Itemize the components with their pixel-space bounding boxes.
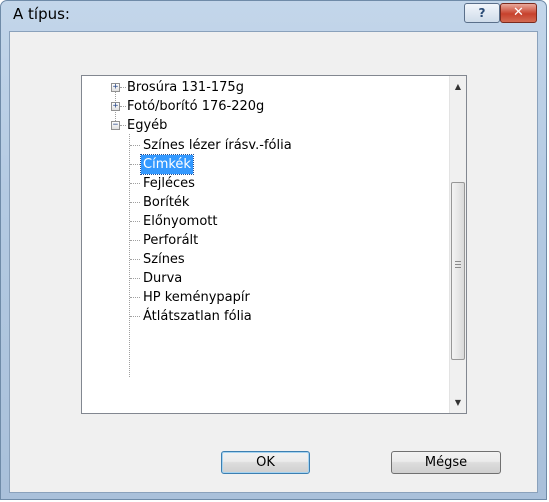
tree-item-label: Fejléces bbox=[143, 176, 195, 191]
tree-item-atlatszatlan-folia[interactable]: Átlátszatlan fólia bbox=[82, 307, 442, 326]
tree-item-label: Előnyomott bbox=[143, 214, 218, 229]
tree-item-durva[interactable]: Durva bbox=[82, 269, 442, 288]
tree-item-cimkek[interactable]: Címkék bbox=[82, 154, 442, 175]
tree-connector bbox=[130, 240, 140, 241]
tree-item-perforalt[interactable]: Perforált bbox=[82, 231, 442, 250]
tree-item-szines-lezer-folia[interactable]: Színes lézer írásv.-fólia bbox=[82, 136, 442, 155]
tree-item-label: Brosúra 131-175g bbox=[127, 80, 244, 95]
close-button[interactable]: ✕ bbox=[500, 3, 537, 23]
expand-icon[interactable]: + bbox=[111, 102, 120, 111]
tree-item-foto-borito[interactable]: + Fotó/borító 176-220g bbox=[82, 97, 442, 116]
tree-connector bbox=[130, 259, 140, 260]
tree-item-label: Átlátszatlan fólia bbox=[143, 309, 252, 324]
paper-type-tree[interactable]: + Brosúra 131-175g + Fotó/borító 176-220… bbox=[81, 75, 467, 414]
collapse-icon[interactable]: − bbox=[111, 121, 120, 130]
dialog-window: A típus: ? ✕ + Brosúra 131-175g + Fotó/b… bbox=[0, 0, 547, 500]
tree-connector bbox=[130, 221, 140, 222]
scroll-down-icon[interactable]: ▼ bbox=[450, 394, 466, 411]
tree-item-egyeb[interactable]: − Egyéb bbox=[82, 116, 442, 135]
expand-icon[interactable]: + bbox=[111, 83, 120, 92]
ok-button[interactable]: OK bbox=[221, 451, 310, 474]
tree-connector bbox=[130, 202, 140, 203]
tree-item-label: HP keménypapír bbox=[143, 290, 250, 305]
help-button[interactable]: ? bbox=[464, 3, 500, 23]
tree-item-label: Színes lézer írásv.-fólia bbox=[143, 138, 292, 153]
tree-item-label: Durva bbox=[143, 271, 183, 286]
tree-item-label: Egyéb bbox=[127, 118, 168, 133]
tree-item-label: Boríték bbox=[143, 195, 190, 210]
tree-item-label: Fotó/borító 176-220g bbox=[127, 99, 265, 114]
dialog-client-area: + Brosúra 131-175g + Fotó/borító 176-220… bbox=[9, 31, 538, 493]
scrollbar-thumb[interactable] bbox=[451, 182, 465, 360]
tree-item-label: Perforált bbox=[143, 233, 199, 248]
tree-connector bbox=[130, 164, 140, 165]
tree-item-boritek[interactable]: Boríték bbox=[82, 193, 442, 212]
scroll-up-icon[interactable]: ▲ bbox=[450, 78, 466, 95]
tree-item-szines[interactable]: Színes bbox=[82, 250, 442, 269]
scrollbar-grip-icon bbox=[455, 261, 461, 268]
tree-item-hp-kemenypapir[interactable]: HP keménypapír bbox=[82, 288, 442, 307]
cancel-button[interactable]: Mégse bbox=[391, 451, 501, 474]
dialog-title: A típus: bbox=[13, 5, 70, 23]
tree-item-brosura[interactable]: + Brosúra 131-175g bbox=[82, 78, 442, 97]
tree-item-elonyomott[interactable]: Előnyomott bbox=[82, 212, 442, 231]
tree-view[interactable]: + Brosúra 131-175g + Fotó/borító 176-220… bbox=[82, 76, 449, 413]
tree-item-label-selected: Címkék bbox=[140, 154, 194, 175]
tree-connector bbox=[130, 316, 140, 317]
tree-connector bbox=[130, 145, 140, 146]
tree-item-label: Színes bbox=[143, 252, 185, 267]
tree-connector bbox=[130, 278, 140, 279]
tree-item-fejleces[interactable]: Fejléces bbox=[82, 174, 442, 193]
title-bar[interactable]: A típus: ? ✕ bbox=[1, 1, 546, 31]
tree-connector bbox=[130, 297, 140, 298]
tree-connector bbox=[130, 183, 140, 184]
vertical-scrollbar[interactable]: ▲ ▼ bbox=[449, 76, 466, 413]
